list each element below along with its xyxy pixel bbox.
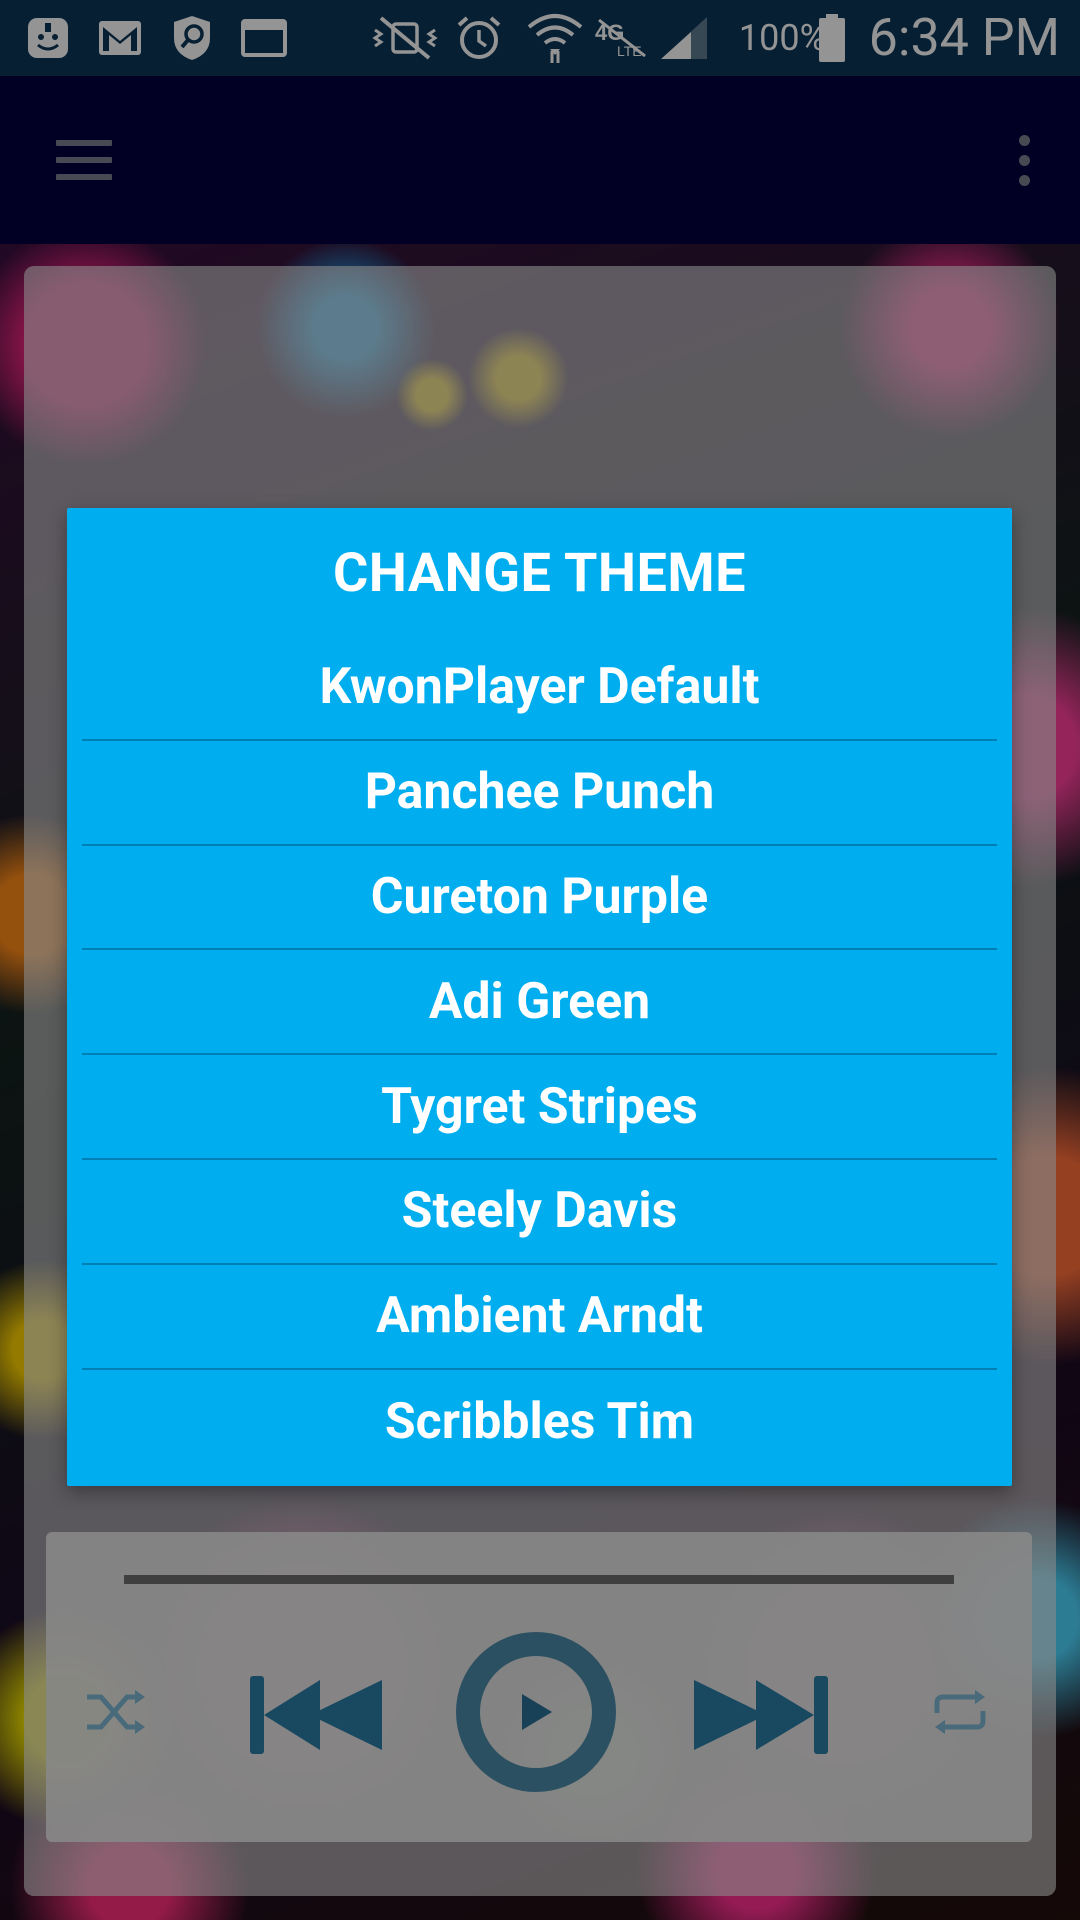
theme-option-panchee-punch[interactable]: Panchee Punch <box>82 741 997 846</box>
theme-option-scribbles-tim[interactable]: Scribbles Tim <box>82 1370 997 1475</box>
theme-option-cureton-purple[interactable]: Cureton Purple <box>82 846 997 951</box>
dialog-title: CHANGE THEME <box>332 542 747 605</box>
theme-option-kwonplayer-default[interactable]: KwonPlayer Default <box>82 636 997 741</box>
theme-option-adi-green[interactable]: Adi Green <box>82 950 997 1056</box>
change-theme-dialog: CHANGE THEME KwonPlayer Default Panchee … <box>67 508 1012 1486</box>
theme-option-steely-davis[interactable]: Steely Davis <box>82 1160 997 1265</box>
theme-option-ambient-arndt[interactable]: Ambient Arndt <box>82 1265 997 1370</box>
theme-option-tygret-stripes[interactable]: Tygret Stripes <box>82 1055 997 1160</box>
theme-list: KwonPlayer Default Panchee Punch Cureton… <box>82 636 997 1474</box>
